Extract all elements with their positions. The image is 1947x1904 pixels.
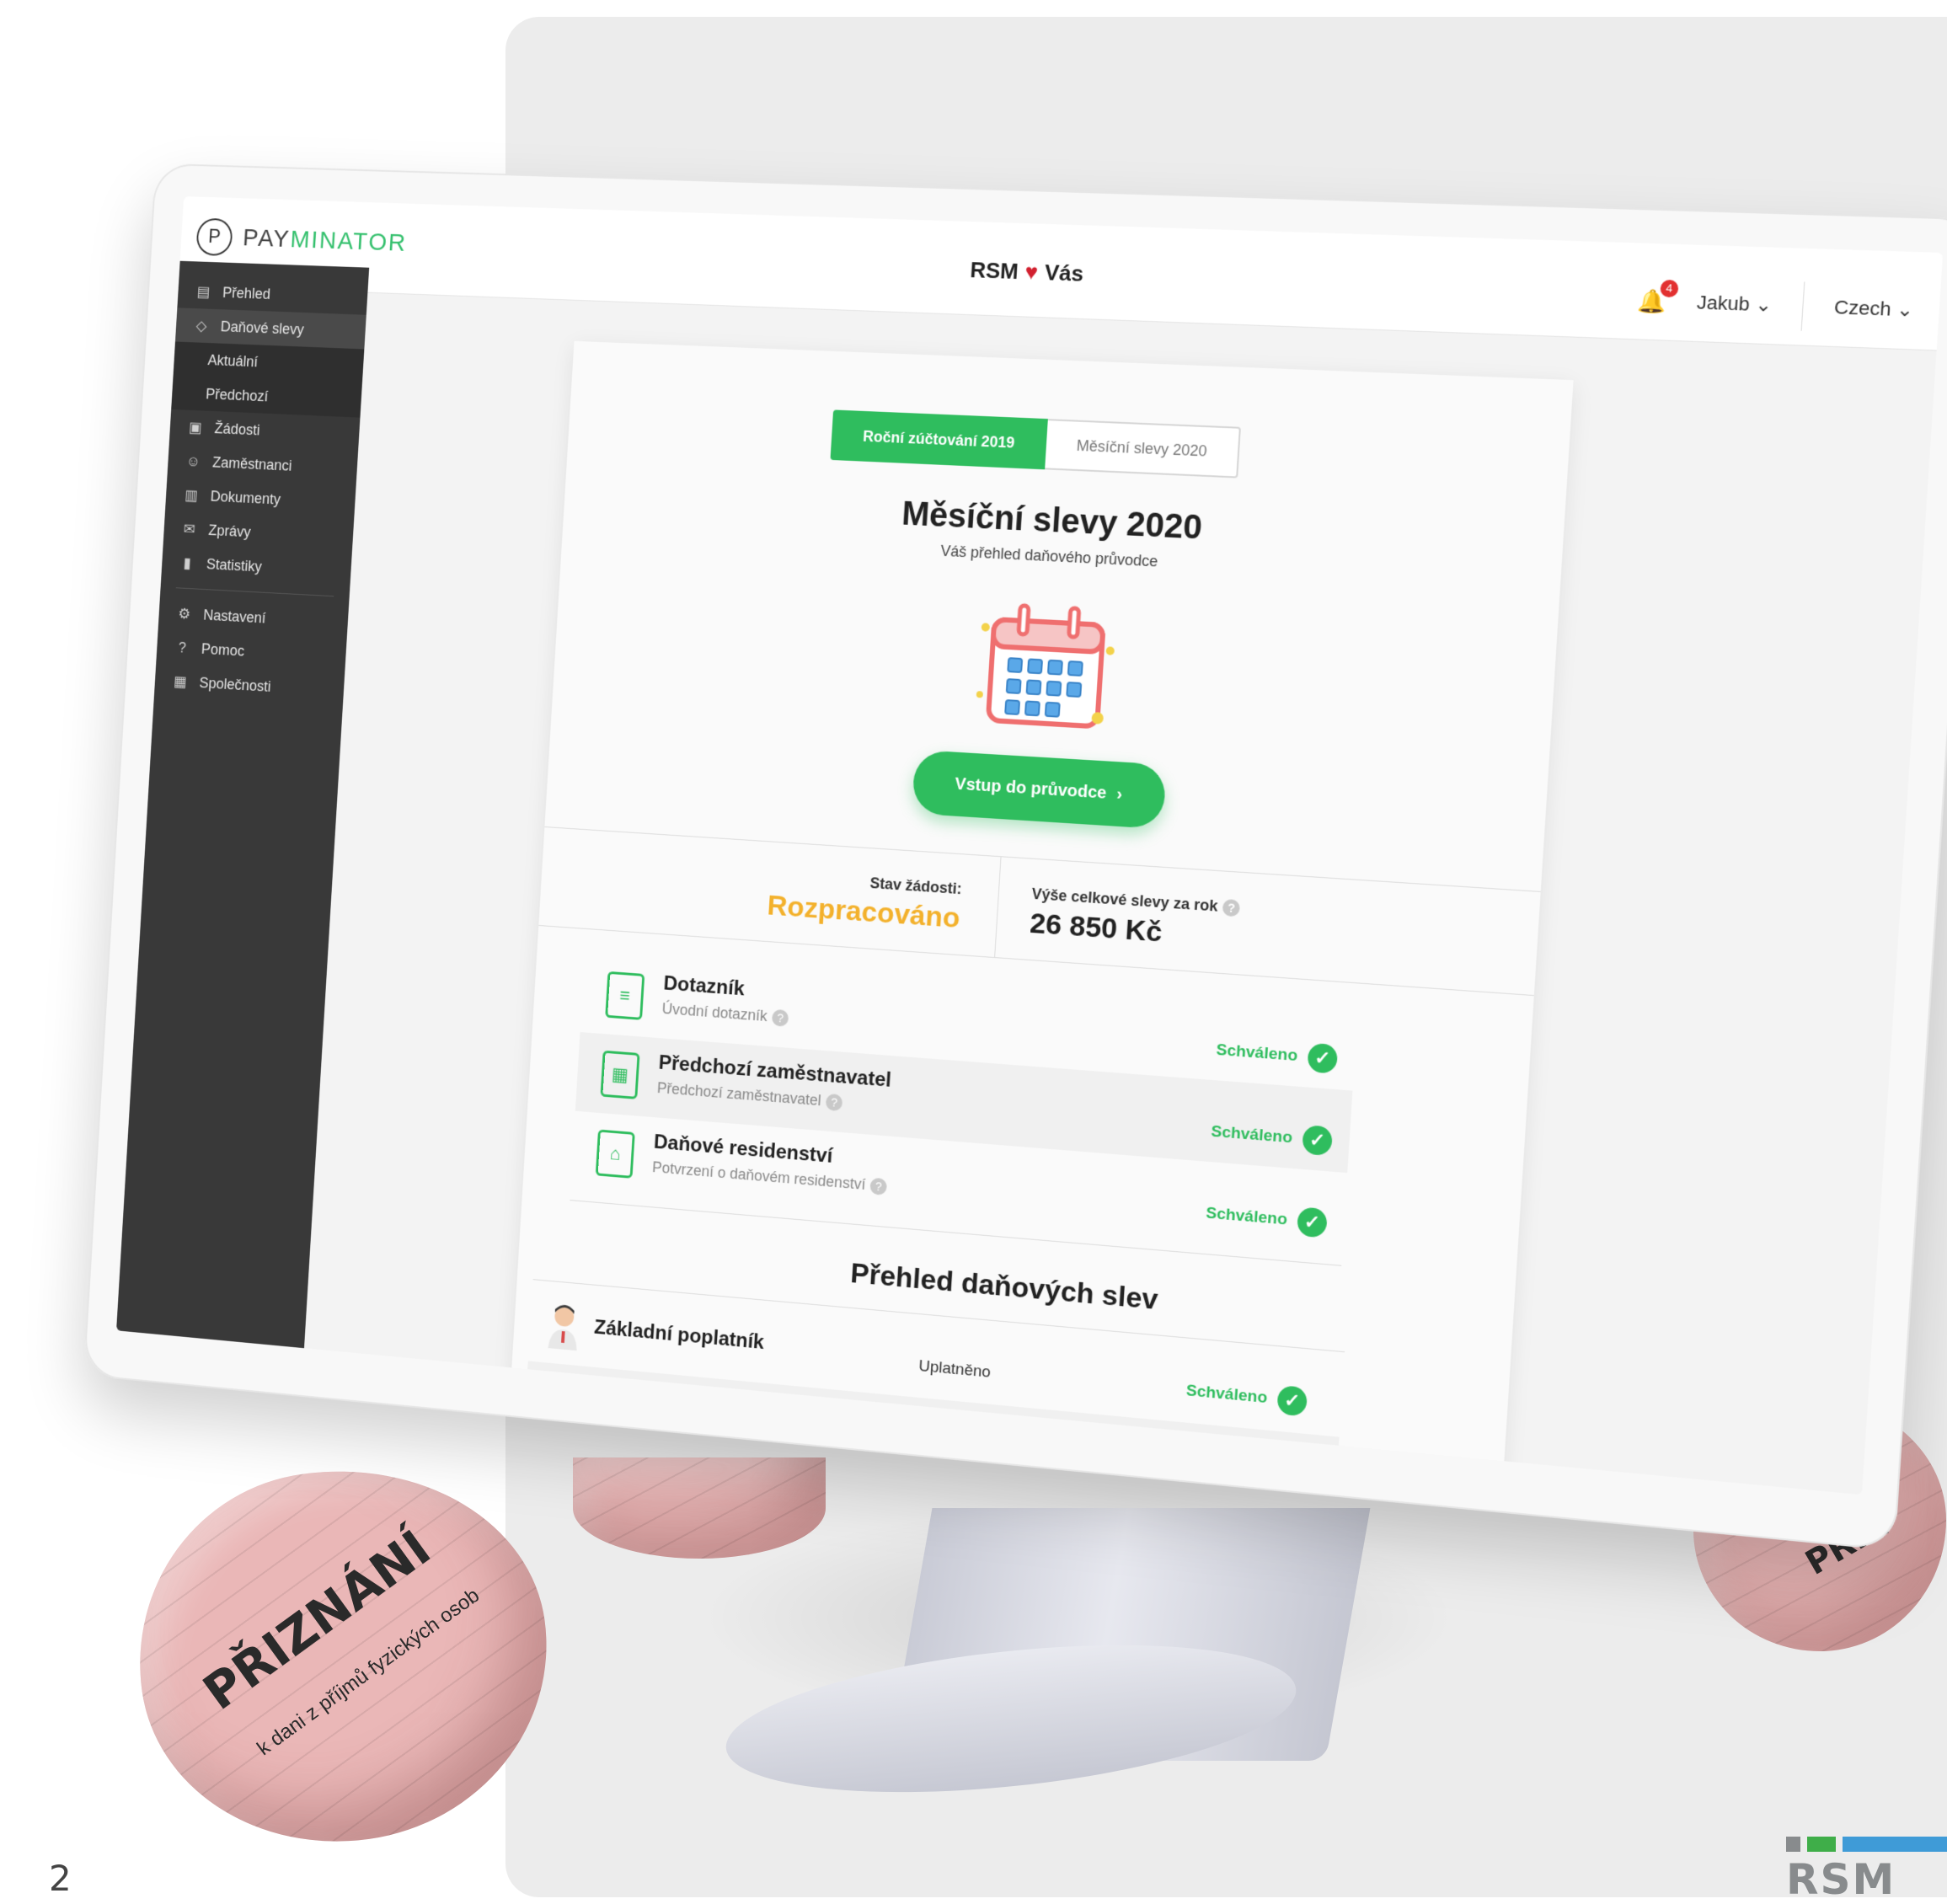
company-title: RSM ♥ Vás xyxy=(970,257,1084,287)
taxpayer-avatar-icon xyxy=(548,1303,578,1351)
sidebar: ▤ Přehled ◇ Daňové slevy Aktuální Předchoz… xyxy=(116,260,370,1365)
company-tagline: Vás xyxy=(1044,259,1085,286)
notification-badge: 4 xyxy=(1659,279,1679,297)
gear-icon: ⚙ xyxy=(177,605,191,622)
language-select[interactable]: Czech ⌄ xyxy=(1833,296,1914,321)
app-logo[interactable]: P PAYMINATOR xyxy=(195,217,408,263)
check-icon: ✓ xyxy=(1307,1042,1339,1074)
help-icon[interactable]: ? xyxy=(1222,899,1241,917)
logo-text: PAYMINATOR xyxy=(242,224,408,257)
house-user-icon: ⌂ xyxy=(595,1129,635,1179)
clipboard-icon: ≡ xyxy=(605,971,645,1020)
chevron-right-icon: › xyxy=(1115,784,1123,804)
status-badge: Schváleno ✓ xyxy=(1205,1199,1328,1238)
chart-icon: ▮ xyxy=(183,554,192,571)
step-subtitle: Úvodní dotazník? xyxy=(661,1000,789,1028)
request-status: Stav žádosti: Rozpracováno xyxy=(538,826,1000,957)
enter-guide-button[interactable]: Vstup do průvodce › xyxy=(911,749,1167,830)
heart-icon: ♥ xyxy=(1024,259,1039,285)
paper-ball-left: PŘIZNÁNÍ k dani z příjmů fyzických osob xyxy=(115,1443,572,1868)
monitor: P PAYMINATOR RSM ♥ Vás 🔔 4 Jakub ⌄ Czech… xyxy=(83,163,1947,1551)
language-label: Czech xyxy=(1833,296,1892,320)
total-discount-value: 26 850 Kč xyxy=(1029,907,1163,949)
user-menu[interactable]: Jakub ⌄ xyxy=(1696,291,1773,317)
tab-mesicni-slevy[interactable]: Měsíční slevy 2020 xyxy=(1045,419,1242,479)
discount-state: Neuplatněno xyxy=(913,1432,1004,1459)
user-name: Jakub xyxy=(1696,291,1751,315)
sidebar-submenu: Aktuální Předchozí xyxy=(171,341,365,418)
notifications-button[interactable]: 🔔 4 xyxy=(1637,279,1679,315)
chevron-down-icon: ⌄ xyxy=(1896,297,1915,321)
header-divider xyxy=(1800,281,1805,331)
discount-title: Základní poplatník xyxy=(593,1316,765,1354)
rsm-logo: RSM xyxy=(1786,1837,1947,1904)
documents-icon: ▥ xyxy=(184,486,199,504)
tag-icon: ◇ xyxy=(195,317,208,334)
status-label: Stav žádosti: xyxy=(869,874,963,898)
company-name: RSM xyxy=(969,257,1019,285)
user-icon: ☺ xyxy=(185,452,201,470)
rsm-logo-bars xyxy=(1786,1837,1947,1852)
rsm-logo-text: RSM xyxy=(1786,1855,1896,1904)
status-badge: Schváleno ✓ xyxy=(1210,1118,1334,1157)
building-icon: ▦ xyxy=(600,1050,640,1099)
check-icon: ✓ xyxy=(1296,1206,1328,1238)
help-icon[interactable]: ? xyxy=(825,1094,843,1112)
status-badge: Schváleno ✓ xyxy=(1215,1036,1339,1074)
help-icon[interactable]: ? xyxy=(771,1009,789,1028)
header-tools: 🔔 4 Jakub ⌄ Czech ⌄ xyxy=(1636,276,1915,335)
envelope-icon: ✉ xyxy=(183,520,196,538)
calendar-icon xyxy=(976,593,1115,745)
tab-rocni-zuctovani[interactable]: Roční zúčtování 2019 xyxy=(830,409,1048,470)
status-badge: Schváleno ✓ xyxy=(1185,1377,1308,1417)
help-icon[interactable]: ? xyxy=(869,1177,888,1196)
check-icon: ✓ xyxy=(1302,1125,1334,1157)
main-card: Roční zúčtování 2019 Měsíční slevy 2020 … xyxy=(499,340,1574,1495)
page-number: 2 xyxy=(49,1858,72,1899)
discount-title: Student xyxy=(589,1389,662,1420)
screen: P PAYMINATOR RSM ♥ Vás 🔔 4 Jakub ⌄ Czech… xyxy=(116,196,1944,1495)
discount-state: Uplatněno xyxy=(917,1357,992,1382)
check-icon: ✓ xyxy=(1276,1384,1308,1417)
logo-p-icon: P xyxy=(195,217,233,257)
document-icon: ▤ xyxy=(196,282,211,300)
sidebar-divider xyxy=(175,587,334,597)
building-icon: ▦ xyxy=(173,672,188,690)
year-tabs: Roční zúčtování 2019 Měsíční slevy 2020 xyxy=(830,409,1242,479)
close-icon: ✕ xyxy=(1271,1461,1303,1494)
requests-icon: ▣ xyxy=(188,418,203,436)
chevron-down-icon: ⌄ xyxy=(1754,293,1773,316)
student-avatar-icon xyxy=(543,1377,574,1425)
paper-ball-back xyxy=(573,1457,826,1559)
step-subtitle: Potvrzení o daňovém residenství? xyxy=(652,1158,888,1196)
top-bar: P PAYMINATOR RSM ♥ Vás 🔔 4 Jakub ⌄ Czech… xyxy=(178,196,1944,351)
step-title: Dotazník xyxy=(662,971,746,1001)
help-icon: ? xyxy=(178,639,187,656)
